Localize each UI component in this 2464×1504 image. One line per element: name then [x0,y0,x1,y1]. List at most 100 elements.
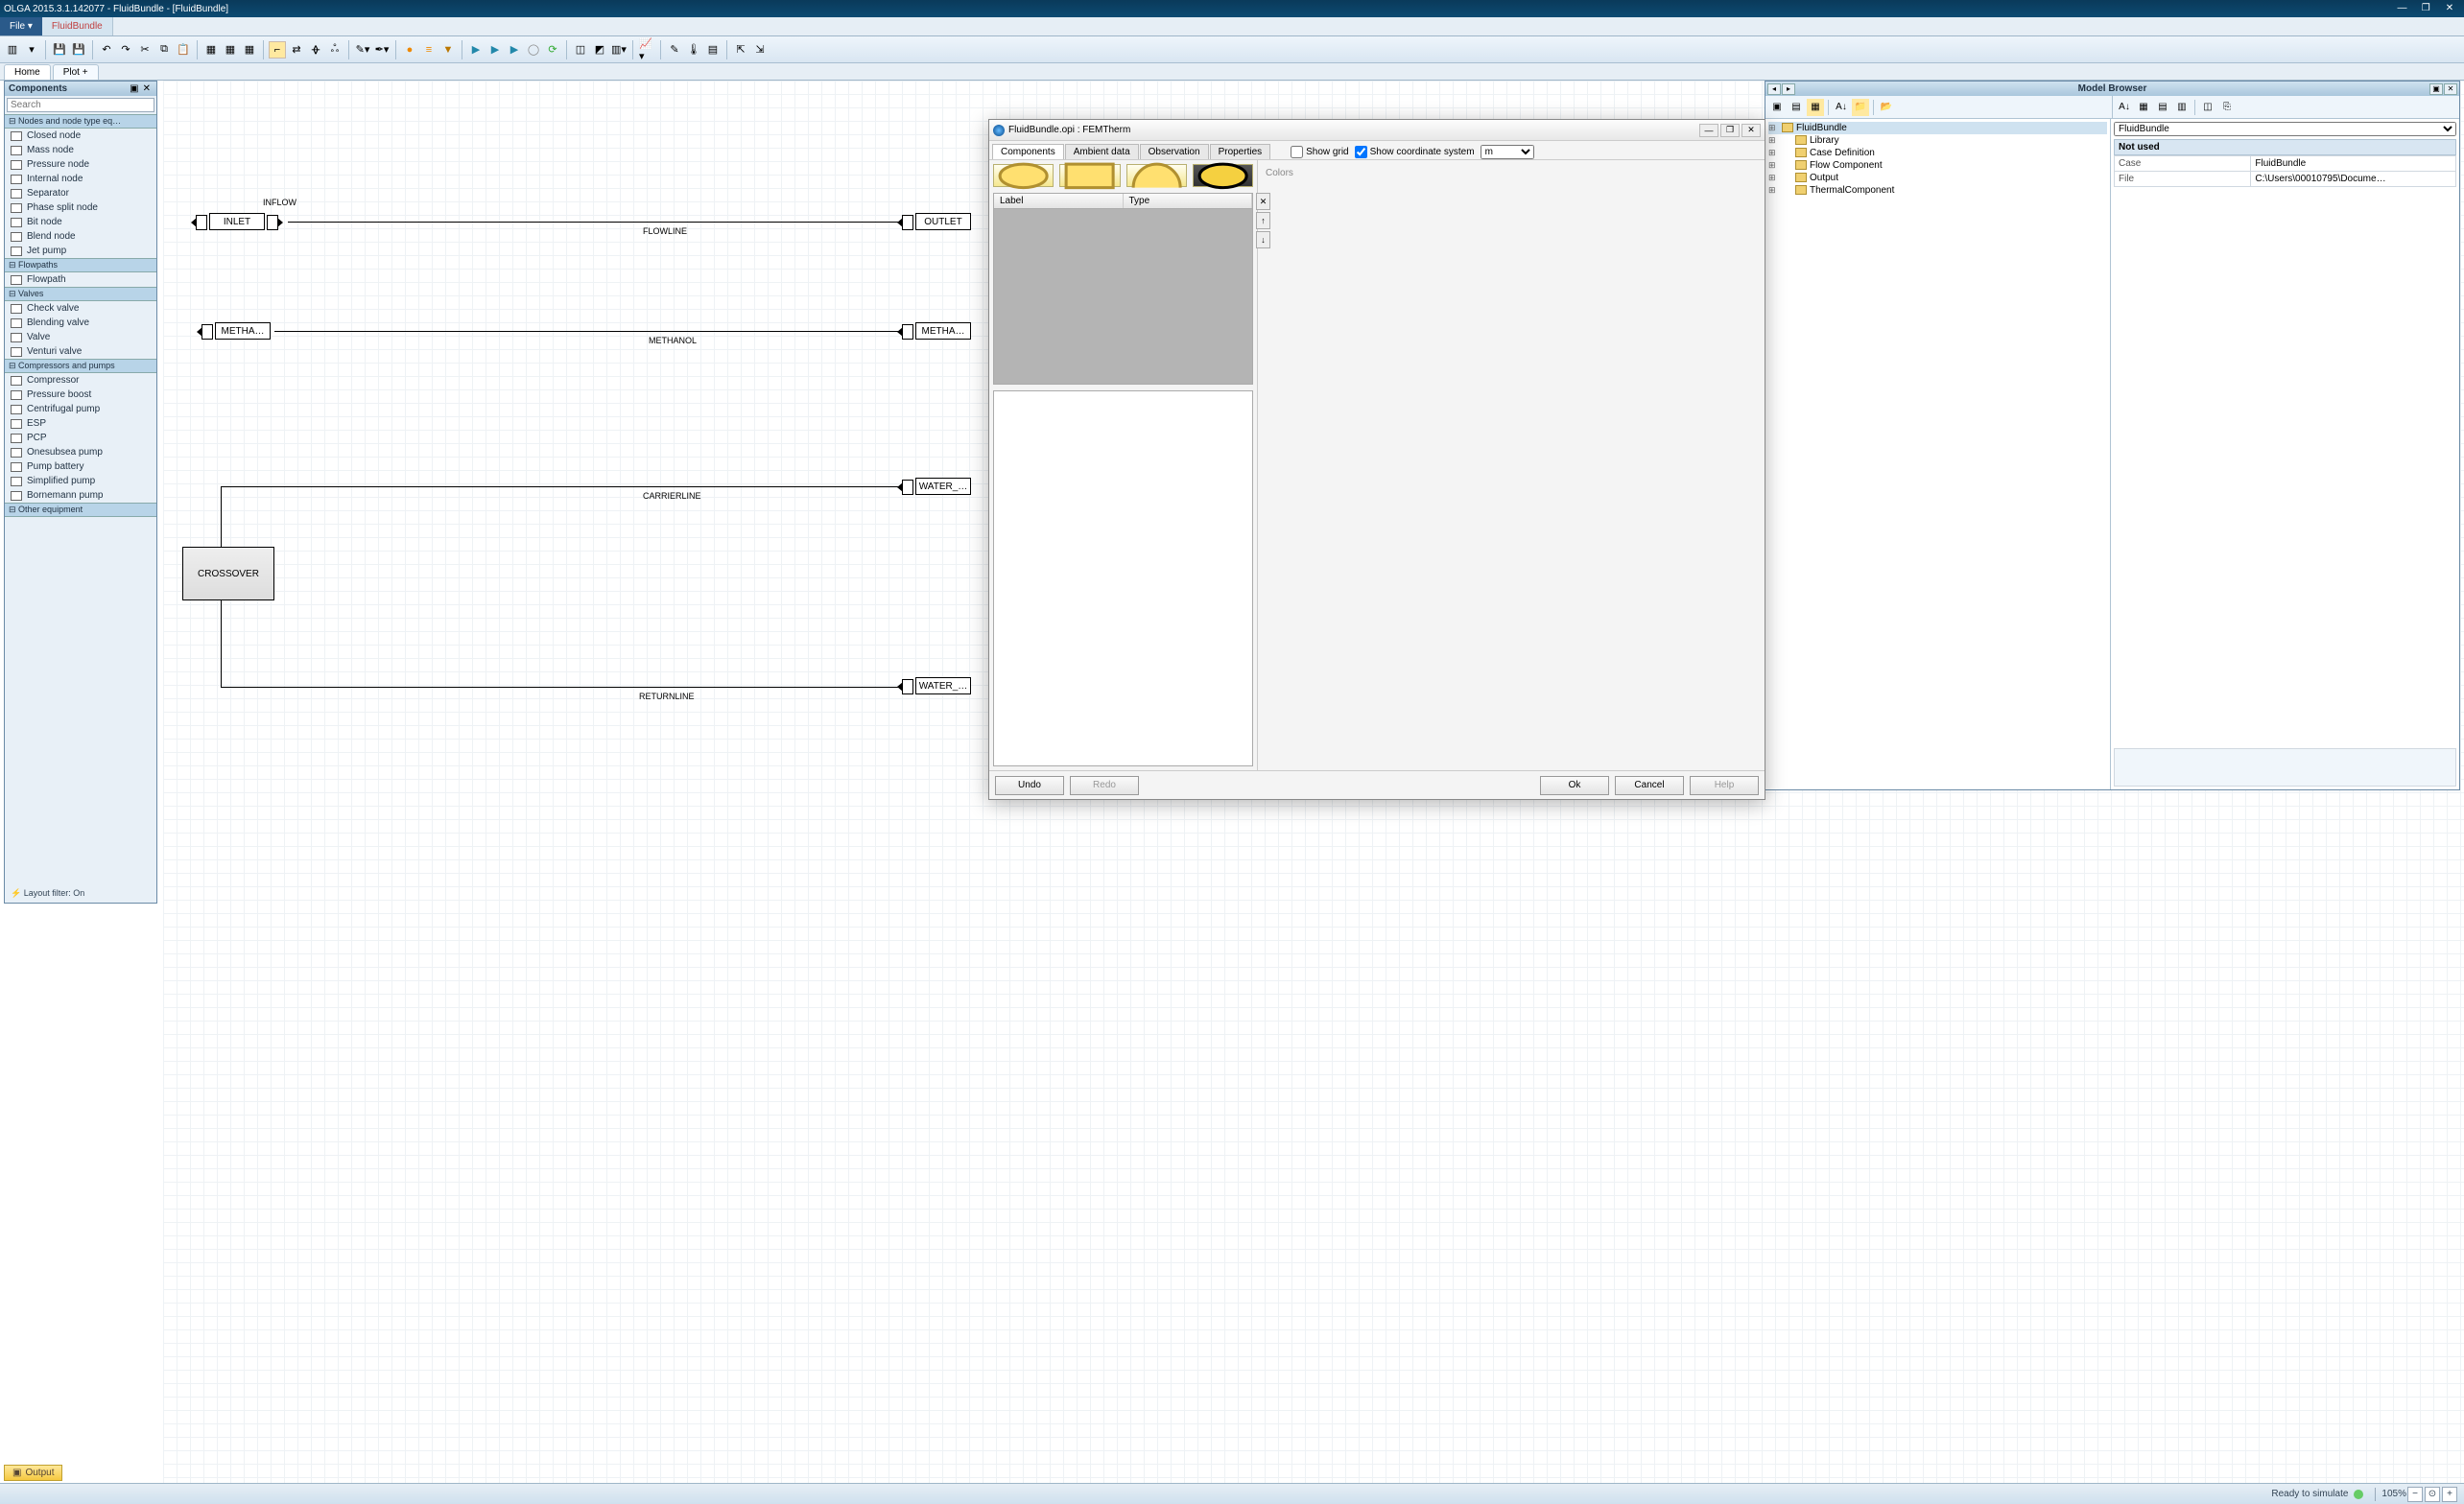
file-menu[interactable]: File ▾ [0,17,42,35]
tree-node[interactable]: Library [1768,134,2107,147]
zoom-out-button[interactable]: − [2407,1487,2423,1502]
node-water-b-term[interactable] [902,679,913,694]
component-item[interactable]: Bornemann pump [5,488,156,503]
layout-icon[interactable]: ⇄ [288,41,305,59]
undo-icon[interactable]: ↶ [98,41,115,59]
section-header[interactable]: ⊟ Nodes and node type eq… [5,114,156,129]
section-header[interactable]: ⊟ Compressors and pumps [5,359,156,373]
component-item[interactable]: Pump battery [5,459,156,474]
tab-plot[interactable]: Plot + [53,64,99,80]
dialog-tab-observation[interactable]: Observation [1140,144,1209,159]
funnel-icon[interactable]: ▼ [439,41,457,59]
model-tree[interactable]: FluidBundleLibraryCase DefinitionFlow Co… [1765,119,2111,789]
tool1-icon[interactable]: ◫ [572,41,589,59]
tree-node[interactable]: Output [1768,172,2107,184]
tree-icon[interactable]: ᚖ [307,41,324,59]
component-item[interactable]: Internal node [5,172,156,186]
mb-tb-r6[interactable]: ⎘ [2218,99,2236,116]
mb-tb-open[interactable]: 📂 [1878,99,1895,116]
component-item[interactable]: ESP [5,416,156,431]
props-dropdown[interactable]: FluidBundle [2114,122,2456,136]
snap-icon[interactable]: ⌐ [269,41,286,59]
coord-unit-select[interactable]: m [1481,145,1534,159]
help-button[interactable]: Help [1690,776,1759,795]
components-search[interactable] [7,98,154,112]
mb-btn-left-1[interactable]: ◂ [1767,83,1781,95]
node-inlet-term[interactable] [196,215,207,230]
shape-ellipse[interactable] [993,164,1054,187]
pencil-icon[interactable]: ✎ [666,41,683,59]
tab-home[interactable]: Home [4,64,51,80]
node-water-top[interactable]: WATER_… [915,478,971,495]
tree-node[interactable]: FluidBundle [1768,122,2107,134]
line-methanol[interactable] [274,331,902,332]
dialog-tab-properties[interactable]: Properties [1210,144,1271,159]
mb-tb-sort[interactable]: A↓ [1833,99,1850,116]
mb-tb-r3[interactable]: ▤ [2154,99,2171,116]
cancel-button[interactable]: Cancel [1615,776,1684,795]
import-icon[interactable]: ⇲ [751,41,769,59]
component-item[interactable]: Blending valve [5,316,156,330]
component-item[interactable]: Flowpath [5,272,156,287]
show-coord-checkbox[interactable]: Show coordinate system [1355,146,1475,158]
open-icon[interactable]: ▾ [23,41,40,59]
row-up-icon[interactable]: ↑ [1256,212,1270,229]
maximize-button[interactable]: ❐ [2415,3,2436,14]
reload-icon[interactable]: ⟳ [544,41,561,59]
new-icon[interactable]: ▥ [4,41,21,59]
grid1-icon[interactable]: ▦ [202,41,220,59]
dialog-max-icon[interactable]: ❐ [1720,124,1740,137]
redo-icon[interactable]: ↷ [117,41,134,59]
mb-tb-r4[interactable]: ▥ [2173,99,2191,116]
panel-pin-icon[interactable]: ▣ [128,83,140,94]
components-table[interactable]: Label Type [993,193,1253,385]
output-tab[interactable]: ▣ Output [4,1465,62,1481]
cut-icon[interactable]: ✂ [136,41,154,59]
preview-area[interactable] [993,390,1253,766]
brush-icon[interactable]: ✎▾ [354,41,371,59]
mb-pin-icon[interactable]: ▣ [2429,83,2443,95]
component-item[interactable]: Venturi valve [5,344,156,359]
grid3-icon[interactable]: ▦ [241,41,258,59]
export-icon[interactable]: ⇱ [732,41,749,59]
play3-icon[interactable]: ▶ [506,41,523,59]
mb-tb-r2[interactable]: ▦ [2135,99,2152,116]
section-header[interactable]: ⊟ Flowpaths [5,258,156,272]
tool2-icon[interactable]: ◩ [591,41,608,59]
dialog-min-icon[interactable]: — [1699,124,1718,137]
prop-row[interactable]: FileC:\Users\00010795\Docume… [2115,172,2456,187]
line-carrier[interactable] [221,486,904,487]
component-item[interactable]: Separator [5,186,156,200]
row-delete-icon[interactable]: ✕ [1256,193,1270,210]
panel-close-icon[interactable]: ✕ [141,83,153,94]
saveall-icon[interactable]: 💾 [70,41,87,59]
save-icon[interactable]: 💾 [51,41,68,59]
grid2-icon[interactable]: ▦ [222,41,239,59]
section-header[interactable]: ⊟ Valves [5,287,156,301]
node-metha-l[interactable]: METHA… [215,322,271,340]
table-rows[interactable] [994,209,1252,384]
copy-icon[interactable]: ⧉ [155,41,173,59]
circle-orange-icon[interactable]: ● [401,41,418,59]
play2-icon[interactable]: ▶ [486,41,504,59]
component-item[interactable]: Centrifugal pump [5,402,156,416]
node-metha-l-term[interactable] [201,324,213,340]
mb-tb-1[interactable]: ▣ [1768,99,1786,116]
node-inlet[interactable]: INLET [209,213,265,230]
tool3-icon[interactable]: ▥▾ [610,41,628,59]
node-outlet[interactable]: OUTLET [915,213,971,230]
hier-icon[interactable]: ஃ [326,41,344,59]
component-item[interactable]: Mass node [5,143,156,157]
component-item[interactable]: Phase split node [5,200,156,215]
mb-close-icon[interactable]: ✕ [2444,83,2457,95]
mb-tb-folder[interactable]: 📁 [1852,99,1869,116]
component-item[interactable]: Pressure boost [5,388,156,402]
doc-icon[interactable]: ▤ [704,41,722,59]
pen-icon[interactable]: ✒▾ [373,41,391,59]
redo-button[interactable]: Redo [1070,776,1139,795]
tree-node[interactable]: ThermalComponent [1768,184,2107,197]
col-type[interactable]: Type [1124,194,1253,208]
node-crossover[interactable]: CROSSOVER [182,547,274,600]
dialog-tab-components[interactable]: Components [992,144,1064,159]
component-item[interactable]: Simplified pump [5,474,156,488]
